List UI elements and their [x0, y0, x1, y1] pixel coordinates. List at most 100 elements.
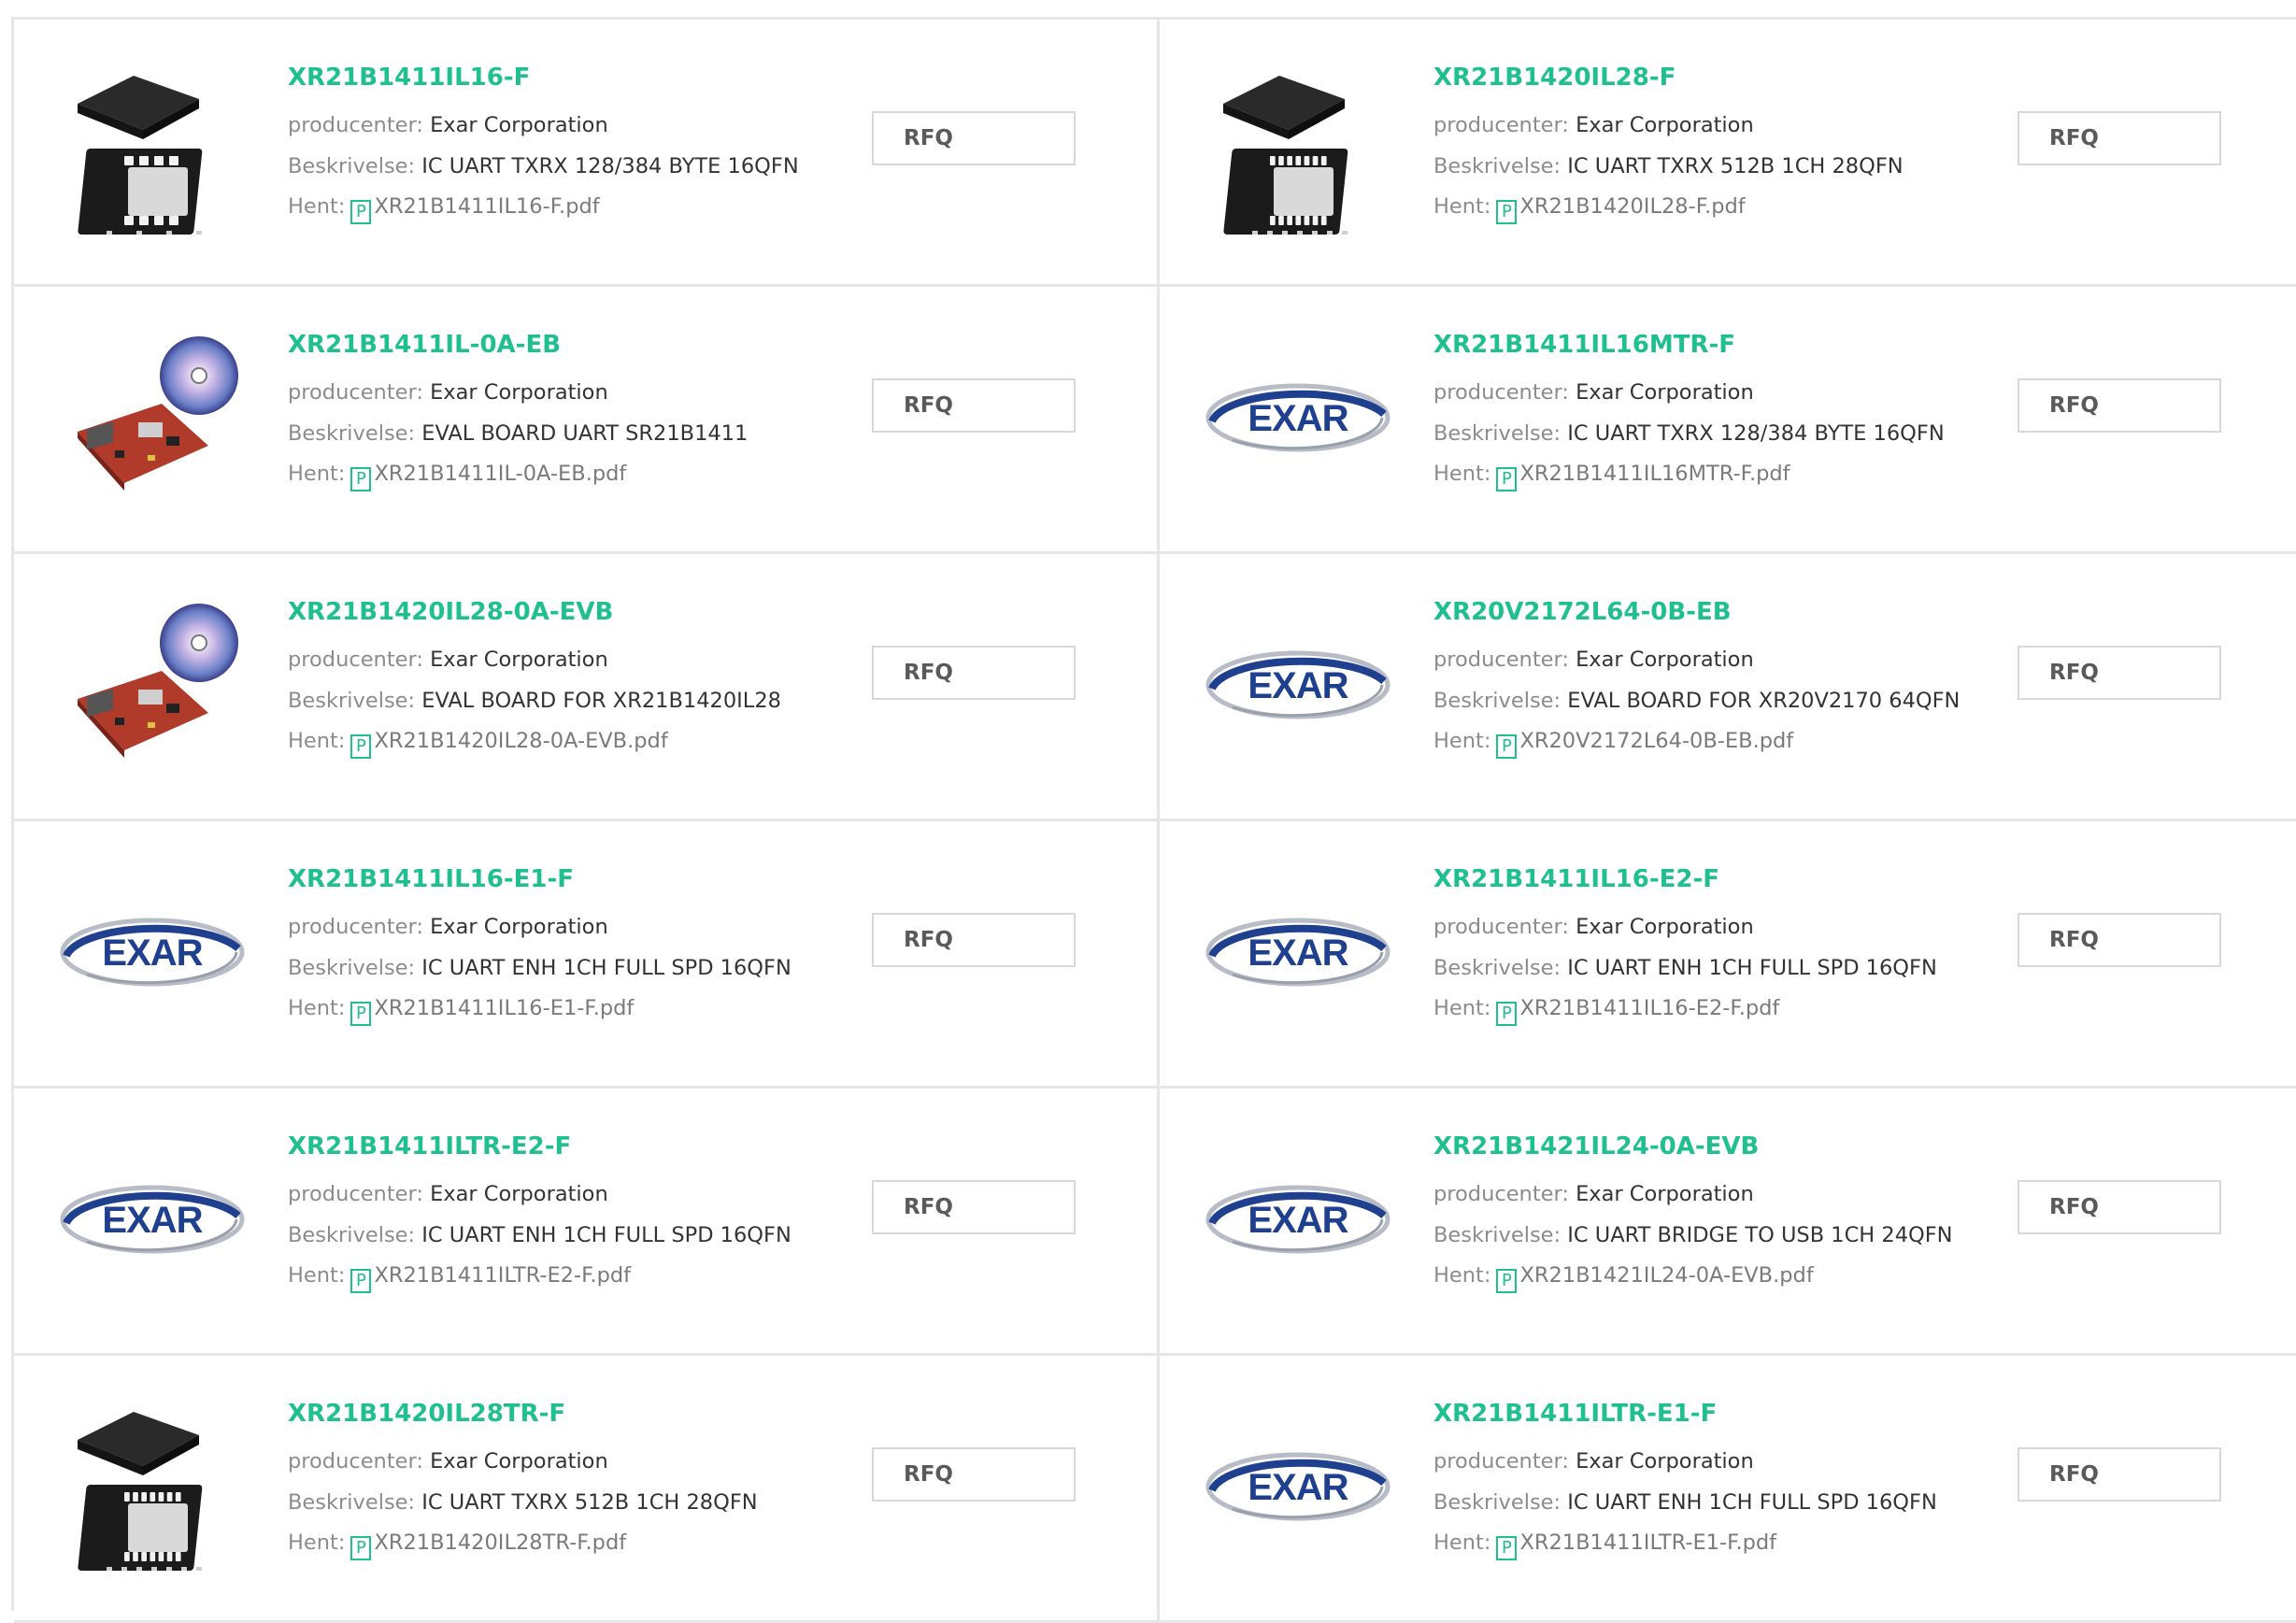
rfq-button[interactable]: RFQ: [2018, 1447, 2221, 1502]
rfq-button[interactable]: RFQ: [2018, 111, 2221, 165]
manufacturer-value: Exar Corporation: [1576, 380, 1754, 406]
manufacturer-row: producenter: Exar Corporation: [1433, 917, 1994, 938]
manufacturer-label: producenter:: [1433, 915, 1569, 940]
description-label: Beskrivelse:: [288, 153, 416, 178]
download-row: Hent: P XR21B1411IL16MTR-F.pdf: [1433, 462, 1994, 492]
pdf-icon[interactable]: P: [1496, 734, 1518, 760]
rfq-button[interactable]: RFQ: [2018, 378, 2221, 433]
download-label: Hent:: [288, 462, 346, 487]
download-row: Hent: P XR21B1411IL16-F.pdf: [288, 194, 849, 225]
description-value: IC UART TXRX 512B 1CH 28QFN: [1567, 153, 1904, 178]
product-name-link[interactable]: XR21B1411ILTR-E1-F: [1433, 1400, 1994, 1429]
datasheet-link[interactable]: XR21B1420IL28-0A-EVB.pdf: [374, 729, 667, 753]
datasheet-link[interactable]: XR20V2172L64-0B-EB.pdf: [1519, 729, 1793, 753]
datasheet-link[interactable]: XR21B1411ILTR-E1-F.pdf: [1519, 1530, 1776, 1555]
pdf-icon[interactable]: P: [350, 1536, 372, 1561]
manufacturer-row: producenter: Exar Corporation: [288, 115, 849, 136]
exar-logo[interactable]: EXAR: [1205, 324, 1391, 511]
eval-board-disc-icon[interactable]: [59, 591, 246, 778]
manufacturer-value: Exar Corporation: [430, 380, 608, 406]
eval-board-svg: [78, 336, 238, 491]
pdf-icon[interactable]: P: [350, 200, 372, 225]
description-label: Beskrivelse:: [1433, 420, 1562, 446]
product-card: EXAR XR21B1411IL16-E1-F producenter: Exa…: [14, 821, 1160, 1089]
product-name-link[interactable]: XR20V2172L64-0B-EB: [1433, 598, 1994, 627]
eval-board-disc-icon[interactable]: [59, 324, 246, 511]
product-info: XR21B1411ILTR-E1-F producenter: Exar Cor…: [1433, 1400, 1994, 1561]
datasheet-link[interactable]: XR21B1420IL28TR-F.pdf: [374, 1530, 626, 1555]
rfq-button[interactable]: RFQ: [872, 1447, 1076, 1502]
svg-text:EXAR: EXAR: [102, 1200, 203, 1241]
svg-text:EXAR: EXAR: [1248, 398, 1348, 439]
manufacturer-row: producenter: Exar Corporation: [288, 917, 849, 938]
datasheet-link[interactable]: XR21B1411ILTR-E2-F.pdf: [374, 1263, 631, 1288]
chip-svg: [78, 76, 203, 235]
datasheet-link[interactable]: XR21B1420IL28-F.pdf: [1519, 194, 1745, 219]
pdf-icon[interactable]: P: [350, 1269, 372, 1294]
rfq-button[interactable]: RFQ: [872, 378, 1076, 433]
manufacturer-row: producenter: Exar Corporation: [288, 382, 849, 404]
rfq-button[interactable]: RFQ: [2018, 646, 2221, 700]
description-label: Beskrivelse:: [1433, 688, 1562, 713]
description-label: Beskrivelse:: [1433, 153, 1562, 178]
product-name-link[interactable]: XR21B1420IL28-0A-EVB: [288, 598, 849, 627]
svg-text:EXAR: EXAR: [102, 933, 203, 974]
pdf-icon[interactable]: P: [1496, 200, 1518, 225]
description-label: Beskrivelse:: [288, 688, 416, 713]
product-card: XR21B1420IL28TR-F producenter: Exar Corp…: [14, 1356, 1160, 1623]
chip-svg: [1223, 76, 1348, 235]
pdf-icon[interactable]: P: [350, 1002, 372, 1027]
exar-logo[interactable]: EXAR: [1205, 1126, 1391, 1313]
datasheet-link[interactable]: XR21B1411IL16-E1-F.pdf: [374, 996, 634, 1020]
manufacturer-label: producenter:: [1433, 380, 1569, 406]
rfq-button[interactable]: RFQ: [2018, 913, 2221, 967]
manufacturer-label: producenter:: [1433, 1449, 1569, 1474]
datasheet-link[interactable]: XR21B1421IL24-0A-EVB.pdf: [1519, 1263, 1813, 1288]
product-name-link[interactable]: XR21B1420IL28-F: [1433, 64, 1994, 93]
pdf-icon[interactable]: P: [350, 467, 372, 492]
download-label: Hent:: [1433, 462, 1491, 487]
pdf-icon[interactable]: P: [350, 734, 372, 760]
product-name-link[interactable]: XR21B1411IL16-E2-F: [1433, 865, 1994, 894]
rfq-button[interactable]: RFQ: [872, 646, 1076, 700]
product-card: EXAR XR21B1411IL16MTR-F producenter: Exa…: [1160, 287, 2296, 554]
download-row: Hent: P XR21B1420IL28-F.pdf: [1433, 194, 1994, 225]
description-label: Beskrivelse:: [288, 1222, 416, 1247]
pdf-icon[interactable]: P: [1496, 1269, 1518, 1294]
product-name-link[interactable]: XR21B1411ILTR-E2-F: [288, 1132, 849, 1161]
download-label: Hent:: [288, 996, 346, 1021]
datasheet-link[interactable]: XR21B1411IL16MTR-F.pdf: [1519, 462, 1790, 486]
rfq-button[interactable]: RFQ: [872, 913, 1076, 967]
datasheet-link[interactable]: XR21B1411IL16-E2-F.pdf: [1519, 996, 1779, 1020]
manufacturer-value: Exar Corporation: [430, 648, 608, 673]
product-name-link[interactable]: XR21B1411IL-0A-EB: [288, 331, 849, 360]
manufacturer-value: Exar Corporation: [1576, 1449, 1754, 1474]
product-name-link[interactable]: XR21B1411IL16MTR-F: [1433, 331, 1994, 360]
product-name-link[interactable]: XR21B1421IL24-0A-EVB: [1433, 1132, 1994, 1161]
exar-logo[interactable]: EXAR: [59, 1126, 246, 1313]
pdf-icon[interactable]: P: [1496, 467, 1518, 492]
qfn28-chip-icon[interactable]: [1205, 57, 1391, 244]
exar-logo[interactable]: EXAR: [1205, 1393, 1391, 1580]
rfq-button[interactable]: RFQ: [2018, 1180, 2221, 1234]
exar-logo[interactable]: EXAR: [1205, 859, 1391, 1046]
rfq-button[interactable]: RFQ: [872, 1180, 1076, 1234]
manufacturer-value: Exar Corporation: [430, 113, 608, 138]
product-name-link[interactable]: XR21B1411IL16-F: [288, 64, 849, 93]
qfn28-chip-icon[interactable]: [59, 1393, 246, 1580]
product-card: EXAR XR21B1411IL16-E2-F producenter: Exa…: [1160, 821, 2296, 1089]
product-name-link[interactable]: XR21B1420IL28TR-F: [288, 1400, 849, 1429]
exar-logo[interactable]: EXAR: [59, 859, 246, 1046]
datasheet-link[interactable]: XR21B1411IL-0A-EB.pdf: [374, 462, 626, 486]
exar-logo[interactable]: EXAR: [1205, 591, 1391, 778]
rfq-button[interactable]: RFQ: [872, 111, 1076, 165]
manufacturer-label: producenter:: [1433, 1182, 1569, 1207]
pdf-icon[interactable]: P: [1496, 1536, 1518, 1561]
datasheet-link[interactable]: XR21B1411IL16-F.pdf: [374, 194, 599, 219]
product-name-link[interactable]: XR21B1411IL16-E1-F: [288, 865, 849, 894]
download-row: Hent: P XR21B1411ILTR-E2-F.pdf: [288, 1263, 849, 1294]
qfn16-chip-icon[interactable]: [59, 57, 246, 244]
eval-board-svg: [78, 604, 238, 758]
pdf-icon[interactable]: P: [1496, 1002, 1518, 1027]
description-value: IC UART TXRX 128/384 BYTE 16QFN: [421, 153, 799, 178]
